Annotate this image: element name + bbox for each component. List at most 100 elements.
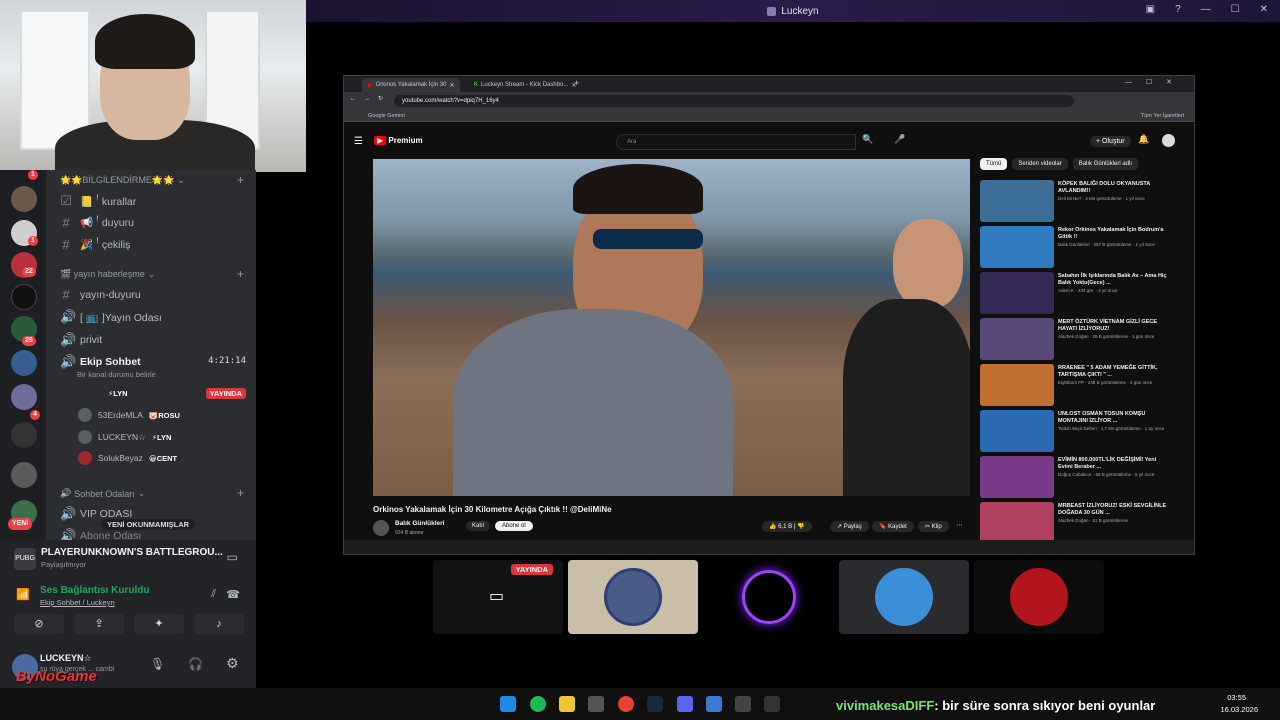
voice-user[interactable]: 53ErdeMLA 🐷ROSU <box>78 408 180 422</box>
channel-yayin-duyuru[interactable]: # yayın-duyuru <box>60 287 140 302</box>
screen-share-icon[interactable]: ▭ <box>227 550 238 564</box>
channel-yayin-odasi[interactable]: 🔊[ 📺 ]Yayın Odası <box>60 309 162 325</box>
app-icon[interactable] <box>706 696 722 712</box>
window-controls[interactable]: —☐✕ <box>1125 78 1186 86</box>
maximize-button[interactable]: ☐ <box>1231 4 1240 15</box>
category-chat[interactable]: 🔊 Sohbet Odaları ⌄ <box>60 488 145 499</box>
new-tab-button[interactable]: + <box>574 78 579 88</box>
like-button[interactable]: 👍 6,1 B | 👎 <box>762 521 812 532</box>
recommended-video[interactable]: MERT ÖZTÜRK VİETNAM GİZLİ GECE HAYATI İZ… <box>980 318 1180 362</box>
activities-button[interactable]: ✦ <box>134 614 184 634</box>
channel-kurallar[interactable]: ☑ 📒 ꜝ kurallar <box>60 193 136 209</box>
recommended-video[interactable]: EVİMİN 800.000TL'LİK DEĞİŞİMİ! Yeni Evim… <box>980 456 1180 500</box>
chip-series[interactable]: Seriden videolar <box>1012 158 1068 170</box>
server-icon[interactable] <box>11 422 37 448</box>
spotify-icon[interactable] <box>530 696 546 712</box>
chrome-icon[interactable] <box>618 696 634 712</box>
avatar[interactable] <box>1162 134 1175 147</box>
subscribe-button[interactable]: Abone ol <box>495 521 533 531</box>
channel-privit[interactable]: 🔊 privit <box>60 332 102 348</box>
channel-name[interactable]: Balık Günlükleri <box>395 520 445 527</box>
voice-channel-ekip[interactable]: 🔊 Ekip Sohbet <box>60 354 141 370</box>
folder-icon[interactable] <box>559 696 575 712</box>
bell-icon[interactable]: 🔔 <box>1138 134 1149 145</box>
clock-time[interactable]: 03:55 <box>1227 693 1246 702</box>
unread-badge[interactable]: YENİ OKUNMAMIŞLAR <box>101 519 196 530</box>
recommended-video[interactable]: RRAENEE " 5 ADAM YEMEĞE GİTTİK, TARTIŞMA… <box>980 364 1180 408</box>
participant-tile[interactable] <box>839 560 969 634</box>
mic-icon[interactable]: 🎙 <box>150 657 165 671</box>
voice-user[interactable]: ⚡LYN <box>108 389 128 398</box>
participant-tile[interactable] <box>974 560 1104 634</box>
clock-date[interactable]: 16.03.2026 <box>1220 705 1258 714</box>
chat-message: : bir süre sonra sıkıyor beni oyunlar <box>934 698 1156 713</box>
start-icon[interactable] <box>500 696 516 712</box>
app-icon[interactable] <box>735 696 751 712</box>
recommended-video[interactable]: Rekor Orkinos Yakalamak İçin Bodrum'a Gi… <box>980 226 1180 270</box>
steam-icon[interactable] <box>647 696 663 712</box>
inbox-icon[interactable]: ▣ <box>1146 4 1155 15</box>
bookmark-gemini[interactable]: Google Gemini <box>368 113 405 119</box>
video-player[interactable] <box>373 159 970 496</box>
url-input[interactable]: youtube.com/watch?v=dpiq7H_16y4 <box>394 95 1074 107</box>
help-icon[interactable]: ? <box>1175 4 1181 15</box>
mic-icon[interactable]: 🎤 <box>894 134 905 145</box>
youtube-logo[interactable]: ▶ Premium <box>374 136 423 145</box>
participant-tile[interactable] <box>568 560 698 634</box>
voice-channel-link[interactable]: Ekip Sohbet / Luckeyn <box>40 598 115 607</box>
save-button[interactable]: 🔖 Kaydet <box>872 521 914 532</box>
store-icon[interactable] <box>588 696 604 712</box>
channel-status[interactable]: Bir kanal durumu belirle <box>77 370 156 379</box>
new-badge[interactable]: YENİ <box>8 518 33 530</box>
channel-duyuru[interactable]: # 📢 ꜝ duyuru <box>60 215 134 230</box>
avatar <box>78 408 92 422</box>
more-icon[interactable]: ⋯ <box>956 521 963 529</box>
server-icon[interactable] <box>11 350 37 376</box>
user-bar: LUCKEYN☆ şu rüya gerçek ... cambi ByNoGa… <box>0 648 256 688</box>
tab-youtube[interactable]: ▶ Orkinos Yakalamak İçin 30 ✕ <box>362 78 461 92</box>
recommended-video[interactable]: KÖPEK BALIĞI DOLU OKYANUSTA AVLANDIM!! De… <box>980 180 1180 224</box>
server-icon[interactable] <box>11 462 37 488</box>
stream-button[interactable]: ⇪ <box>74 614 124 634</box>
server-icon[interactable] <box>11 384 37 410</box>
add-channel-icon[interactable]: + <box>237 173 244 187</box>
recommended-video[interactable]: Sabahın İlk Işıklarında Balık Av – Ama H… <box>980 272 1180 316</box>
disconnect-icon[interactable]: ☎ <box>226 588 240 601</box>
close-button[interactable]: ✕ <box>1260 4 1268 15</box>
add-channel-icon[interactable]: + <box>237 486 244 500</box>
participant-tile[interactable] <box>704 560 834 634</box>
menu-icon[interactable]: ☰ <box>354 136 363 147</box>
camera-button[interactable]: ⊘ <box>14 614 64 634</box>
voice-user[interactable]: LUCKEYN☆ ⚡LYN <box>78 430 171 444</box>
server-icon[interactable] <box>11 284 37 310</box>
channel-avatar[interactable] <box>373 520 389 536</box>
participant-tile[interactable]: YAYINDA ▭ <box>433 560 563 634</box>
screen-icon: ▭ <box>489 588 505 605</box>
search-input[interactable]: Ara <box>616 134 856 150</box>
discord-icon[interactable] <box>677 696 693 712</box>
gear-icon[interactable]: ⚙ <box>226 655 239 672</box>
username[interactable]: LUCKEYN☆ <box>40 653 92 664</box>
noise-icon[interactable]: ⫽ <box>211 588 216 601</box>
chip-channel[interactable]: Balık Günlükleri adlı <box>1072 158 1139 170</box>
tab-kick[interactable]: K Luckeyn Stream - Kick Dashbo... ✕ <box>468 78 582 92</box>
bookmark-all[interactable]: Tüm Yer İşaretleri <box>1141 113 1184 119</box>
search-icon[interactable]: 🔍 <box>862 134 873 145</box>
share-button[interactable]: ↗ Paylaş <box>830 521 869 532</box>
category-stream[interactable]: 🎬 yayın haberleşme ⌄ <box>60 269 155 280</box>
obs-icon[interactable] <box>764 696 780 712</box>
minimize-button[interactable]: — <box>1201 4 1211 15</box>
recommended-video[interactable]: UNLOST OSMAN TOSUN KOMŞU MONTAJINI İZLİY… <box>980 410 1180 454</box>
server-icon[interactable] <box>11 186 37 212</box>
create-button[interactable]: + Oluştur <box>1090 136 1131 147</box>
chip-all[interactable]: Tümü <box>980 158 1008 170</box>
channel-cekilis[interactable]: # 🎉 ꜝ çekiliş <box>60 237 130 252</box>
nav-icons[interactable]: ←→↻ <box>350 95 391 102</box>
soundboard-button[interactable]: ♪ <box>194 614 244 634</box>
clip-button[interactable]: ✂ Klip <box>918 521 949 532</box>
voice-user[interactable]: SolukBeyaz 😀CENT <box>78 451 177 465</box>
add-channel-icon[interactable]: + <box>237 267 244 281</box>
headphones-icon[interactable]: 🎧 <box>188 657 203 671</box>
join-button[interactable]: Katıl <box>466 521 491 531</box>
category-info[interactable]: 🌟🌟BİLGİLENDİRME🌟🌟 ⌄ <box>60 175 185 186</box>
